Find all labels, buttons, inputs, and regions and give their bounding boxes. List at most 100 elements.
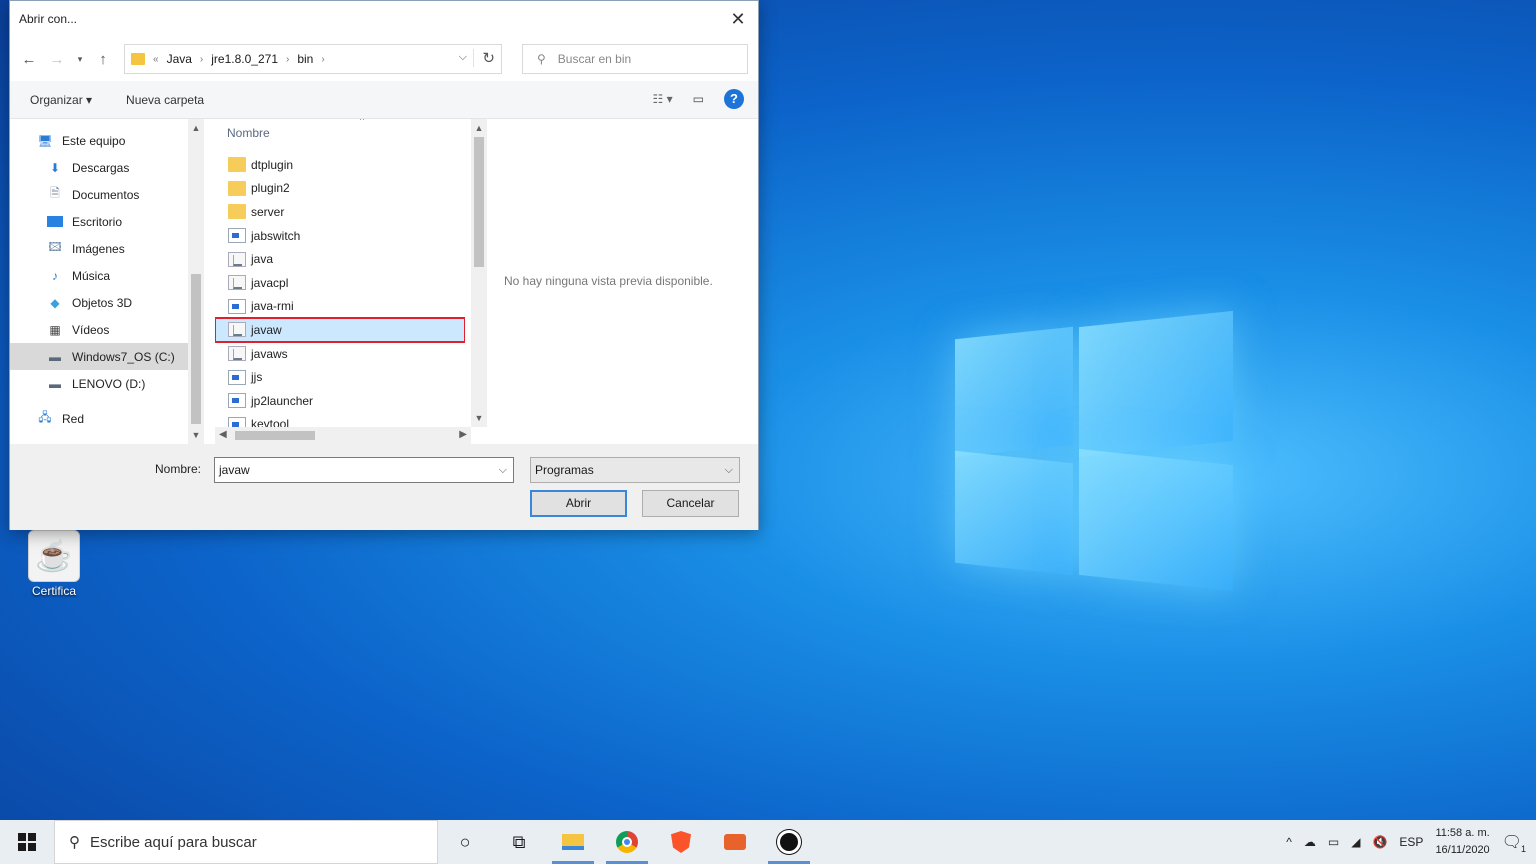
address-bar[interactable]: « Java › jre1.8.0_271 › bin › ⌵ ↻ <box>124 44 502 74</box>
chrome-icon[interactable] <box>600 820 654 864</box>
scroll-right-icon[interactable]: ▶ <box>459 429 467 440</box>
battery-icon[interactable]: ▭ <box>1328 835 1339 849</box>
scroll-up-icon[interactable]: ▲ <box>471 119 487 137</box>
scroll-left-icon[interactable]: ◀ <box>219 429 227 440</box>
file-row-dtplugin[interactable]: dtplugin <box>215 153 465 177</box>
nav-item-label: Descargas <box>72 160 130 175</box>
chevron-down-icon[interactable]: ⌵ <box>499 458 507 482</box>
desktop-icon <box>46 214 64 230</box>
nav-item-lenovo-d[interactable]: ▬ LENOVO (D:) <box>10 370 188 397</box>
nav-item-documentos[interactable]: 🗎 Documentos <box>10 181 188 208</box>
file-row-jabswitch[interactable]: jabswitch <box>215 224 465 248</box>
nav-item-este-equipo[interactable]: 🖥 Este equipo <box>10 127 188 154</box>
folder-icon <box>228 204 246 220</box>
file-row-jjs[interactable]: jjs <box>215 365 465 389</box>
file-type-select[interactable]: Programas ⌵ <box>530 457 740 483</box>
file-row-javacpl[interactable]: javacpl <box>215 271 465 295</box>
onedrive-icon[interactable]: ☁ <box>1304 835 1316 849</box>
nav-item-windows7-os-c[interactable]: ▬ Windows7_OS (C:) <box>10 343 188 370</box>
breadcrumb-bin[interactable]: bin <box>297 52 313 66</box>
view-options-icon[interactable]: ☷ ▾ <box>653 92 673 106</box>
file-list-scrollbar[interactable]: ▲ ▼ <box>471 119 487 427</box>
nav-item-musica[interactable]: ♪ Música <box>10 262 188 289</box>
notification-count: 1 <box>1518 844 1528 854</box>
breadcrumb-separator-icon[interactable]: › <box>200 54 203 65</box>
file-name-input[interactable]: javaw ⌵ <box>214 457 514 483</box>
close-icon[interactable]: ✕ <box>726 7 750 31</box>
open-button[interactable]: Abrir <box>530 490 627 517</box>
task-view-icon[interactable]: ⧉ <box>492 820 546 864</box>
folder-icon <box>131 53 145 65</box>
breadcrumb-separator-icon[interactable]: › <box>286 54 289 65</box>
refresh-icon[interactable]: ↻ <box>473 49 495 67</box>
file-row-java-rmi[interactable]: java-rmi <box>215 295 465 319</box>
drive-icon: ▬ <box>49 349 61 364</box>
file-row-jp2launcher[interactable]: jp2launcher <box>215 389 465 413</box>
volume-muted-icon[interactable]: 🔇 <box>1372 835 1387 849</box>
app-icon[interactable] <box>708 820 762 864</box>
scroll-down-icon[interactable]: ▼ <box>471 409 487 427</box>
search-icon: ⚲ <box>69 834 80 851</box>
file-name: javaw <box>251 322 282 337</box>
scrollbar-thumb[interactable] <box>235 431 315 440</box>
nav-item-descargas[interactable]: ⬇ Descargas <box>10 154 188 181</box>
file-row-plugin2[interactable]: plugin2 <box>215 177 465 201</box>
scroll-up-icon[interactable]: ▲ <box>188 119 204 137</box>
scroll-down-icon[interactable]: ▼ <box>188 426 204 444</box>
address-dropdown-icon[interactable]: ⌵ <box>459 51 467 64</box>
breadcrumb-separator-icon[interactable]: › <box>321 54 324 65</box>
app-circle-icon[interactable] <box>762 820 816 864</box>
executable-icon <box>228 369 246 385</box>
help-icon[interactable]: ? <box>724 89 744 109</box>
taskbar-search-box[interactable]: ⚲ Escribe aquí para buscar <box>54 820 438 864</box>
download-icon: ⬇ <box>49 160 61 175</box>
file-row-javaw[interactable]: javaw <box>215 317 465 343</box>
nav-item-videos[interactable]: ▦ Vídeos <box>10 316 188 343</box>
videos-icon: ▦ <box>49 322 61 337</box>
file-name: server <box>251 204 285 219</box>
forward-arrow-icon[interactable]: → <box>46 51 68 68</box>
recent-locations-chevron-icon[interactable]: ▾ <box>74 54 86 65</box>
preview-pane-icon[interactable]: ▭ <box>693 92 704 106</box>
new-folder-button[interactable]: Nueva carpeta <box>126 93 204 107</box>
brave-browser-icon[interactable] <box>654 820 708 864</box>
breadcrumb-jre[interactable]: jre1.8.0_271 <box>211 52 278 66</box>
file-row-javaws[interactable]: javaws <box>215 342 465 366</box>
language-indicator[interactable]: ESP <box>1399 835 1423 849</box>
clock[interactable]: 11:58 a. m. 16/11/2020 <box>1435 825 1489 859</box>
clock-date: 16/11/2020 <box>1435 844 1490 856</box>
cortana-icon[interactable]: ○ <box>438 820 492 864</box>
file-list-hscrollbar[interactable]: ◀ ▶ <box>215 427 471 444</box>
breadcrumb-java[interactable]: Java <box>167 52 192 66</box>
nav-item-label: Música <box>72 268 111 283</box>
dialog-footer: Nombre: javaw ⌵ Programas ⌵ Abrir Cancel… <box>10 444 758 530</box>
up-arrow-icon[interactable]: ↑ <box>92 51 114 68</box>
breadcrumb-overflow-icon[interactable]: « <box>153 54 159 65</box>
file-row-server[interactable]: server <box>215 200 465 224</box>
scrollbar-thumb[interactable] <box>474 137 484 267</box>
back-arrow-icon[interactable]: ← <box>18 51 40 68</box>
file-row-java[interactable]: java <box>215 247 465 271</box>
nav-item-imagenes[interactable]: 🖾 Imágenes <box>10 235 188 262</box>
wifi-icon[interactable]: ◢ <box>1351 835 1360 849</box>
open-with-dialog: Abrir con... ✕ ← → ▾ ↑ « Java › jre1.8.0… <box>9 0 759 530</box>
notifications-icon[interactable]: 🗨 1 <box>1502 832 1528 854</box>
scrollbar-thumb[interactable] <box>191 274 201 424</box>
chevron-down-icon[interactable]: ⌵ <box>725 458 733 482</box>
organize-button[interactable]: Organizar ▾ <box>30 93 92 107</box>
file-rows: dtplugin plugin2 server jabswitch java javacp… <box>215 147 465 436</box>
windows-icon <box>18 833 36 851</box>
nav-item-objetos-3d[interactable]: ◆ Objetos 3D <box>10 289 188 316</box>
file-explorer-icon[interactable] <box>546 820 600 864</box>
file-name: dtplugin <box>251 157 294 172</box>
cancel-button[interactable]: Cancelar <box>642 490 739 517</box>
nav-item-label: LENOVO (D:) <box>72 376 146 391</box>
start-button[interactable] <box>0 820 54 864</box>
search-box[interactable]: ⚲ Buscar en bin <box>522 44 748 74</box>
column-header-nombre[interactable]: Nombre ^ <box>215 119 465 147</box>
chevron-up-icon[interactable]: ^ <box>1286 835 1292 849</box>
nav-item-escritorio[interactable]: Escritorio <box>10 208 188 235</box>
desktop-shortcut-certifica[interactable]: ☕ Certifica <box>22 530 86 598</box>
navigation-scrollbar[interactable]: ▲ ▼ <box>188 119 204 444</box>
nav-item-red[interactable]: 🖧 Red <box>10 405 188 432</box>
